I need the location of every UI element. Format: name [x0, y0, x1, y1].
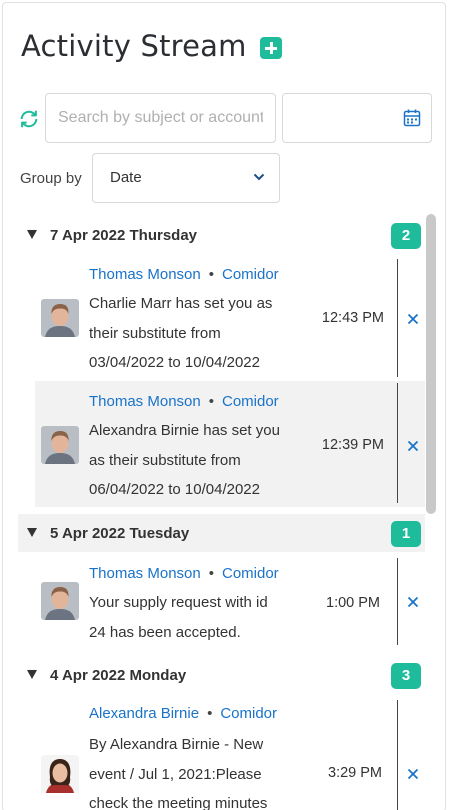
activity-time: 3:29 PM [328, 765, 382, 781]
list-item: Thomas Monson • Comidor Your supply reques… [35, 558, 425, 646]
item-meta: Thomas Monson • Comidor [89, 393, 279, 410]
group-by-selected-value: Date [110, 169, 142, 186]
group-by-label: Group by [20, 170, 82, 187]
avatar [41, 426, 79, 464]
group-header-5-apr-2022[interactable]: 5 Apr 2022 Tuesday 1 [18, 514, 425, 552]
avatar [41, 755, 79, 793]
source-link[interactable]: Comidor [222, 266, 279, 283]
user-link[interactable]: Thomas Monson [89, 565, 201, 582]
close-icon[interactable] [405, 594, 421, 610]
activity-message: Your supply request with id 24 has been … [89, 588, 309, 647]
divider [397, 700, 398, 810]
activity-message: Charlie Marr has set you as their substi… [89, 289, 309, 378]
calendar-icon[interactable] [403, 109, 421, 127]
group-date-label: 7 Apr 2022 Thursday [50, 227, 198, 244]
separator-dot: • [208, 266, 214, 283]
source-link[interactable]: Comidor [222, 393, 279, 410]
close-icon[interactable] [405, 311, 421, 327]
date-filter-field[interactable] [282, 93, 432, 143]
message-line: their substitute from [89, 324, 221, 342]
avatar [41, 582, 79, 620]
group-by-select[interactable]: Date [92, 153, 280, 203]
message-line: 03/04/2022 to 10/04/2022 [89, 354, 260, 371]
search-input[interactable] [45, 93, 276, 143]
caret-down-icon[interactable] [27, 230, 37, 239]
divider [397, 558, 398, 645]
activity-time: 12:43 PM [321, 310, 384, 326]
refresh-icon[interactable] [18, 108, 40, 130]
list-item: Thomas Monson • Comidor Charlie Marr has s… [35, 257, 425, 378]
caret-down-icon[interactable] [27, 670, 37, 679]
message-line: Alexandra Birnie has set you [89, 422, 280, 439]
activity-list: 7 Apr 2022 Thursday 2 Thomas Monson • Comi… [18, 213, 428, 810]
separator-dot: • [208, 565, 214, 582]
group-date-label: 4 Apr 2022 Monday [50, 667, 187, 684]
plus-square-icon[interactable] [260, 37, 282, 59]
chevron-down-icon [253, 173, 265, 181]
scrollbar-thumb[interactable] [426, 214, 436, 514]
message-line: event / Jul 1, 2021:Please [89, 765, 262, 783]
count-badge: 1 [391, 521, 421, 547]
close-icon[interactable] [405, 766, 421, 782]
message-line: By Alexandra Birnie - New [89, 736, 264, 753]
list-item: Thomas Monson • Comidor Alexandra Birnie h… [35, 381, 425, 507]
separator-dot: • [207, 705, 213, 722]
group-header-7-apr-2022[interactable]: 7 Apr 2022 Thursday 2 [18, 216, 425, 254]
list-item: Alexandra Birnie • Comidor By Alexandra Bi… [35, 700, 425, 810]
count-badge: 2 [391, 223, 421, 249]
message-line: as their substitute from [89, 451, 241, 469]
avatar [41, 299, 79, 337]
message-line: 24 has been accepted. [89, 623, 241, 641]
source-link[interactable]: Comidor [220, 705, 277, 722]
activity-message: By Alexandra Birnie - New event / Jul 1,… [89, 730, 309, 810]
activity-time: 12:39 PM [321, 437, 384, 453]
separator-dot: • [208, 393, 214, 410]
page-title: Activity Stream [21, 29, 247, 63]
item-meta: Thomas Monson • Comidor [89, 565, 279, 582]
message-line: Your supply request with id [89, 594, 268, 611]
group-header-4-apr-2022[interactable]: 4 Apr 2022 Monday 3 [18, 656, 425, 694]
item-meta: Alexandra Birnie • Comidor [89, 705, 277, 722]
item-meta: Thomas Monson • Comidor [89, 266, 279, 283]
divider [397, 383, 398, 503]
user-link[interactable]: Alexandra Birnie [89, 705, 199, 722]
activity-message: Alexandra Birnie has set you as their su… [89, 416, 309, 505]
user-link[interactable]: Thomas Monson [89, 266, 201, 283]
close-icon[interactable] [405, 438, 421, 454]
user-link[interactable]: Thomas Monson [89, 393, 201, 410]
activity-stream-panel: Activity Stream Group by Date [2, 2, 446, 810]
message-line: 06/04/2022 to 10/04/2022 [89, 481, 260, 498]
group-date-label: 5 Apr 2022 Tuesday [50, 525, 190, 542]
count-badge: 3 [391, 663, 421, 689]
divider [397, 259, 398, 377]
message-line: Charlie Marr has set you as [89, 295, 273, 312]
source-link[interactable]: Comidor [222, 565, 279, 582]
activity-time: 1:00 PM [326, 595, 380, 611]
caret-down-icon[interactable] [27, 528, 37, 537]
message-line: check the meeting minutes [89, 795, 268, 810]
